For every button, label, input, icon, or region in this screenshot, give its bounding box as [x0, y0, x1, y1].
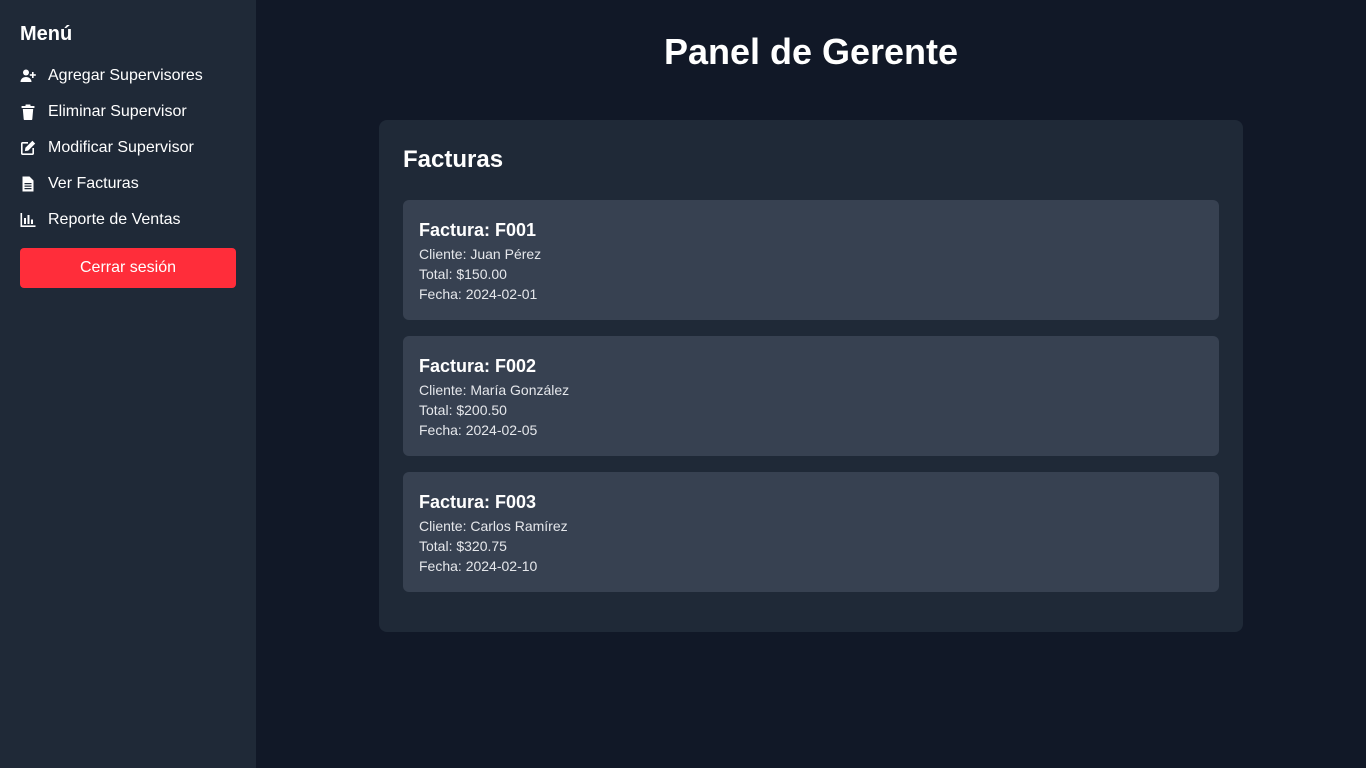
invoice-date: Fecha: 2024-02-05	[419, 422, 538, 438]
panel-title: Facturas	[403, 146, 504, 173]
invoice-client: Cliente: Juan Pérez	[419, 246, 542, 262]
app-layout: Menú Agregar Supervisores Eliminar Super…	[0, 0, 1366, 768]
invoice-title: Factura: F002	[419, 356, 537, 376]
invoice-title: Factura: F003	[419, 492, 537, 512]
sidebar-item-reporte-de-ventas[interactable]: Reporte de Ventas	[20, 202, 236, 238]
invoice-total: Total: $150.00	[419, 266, 507, 282]
sidebar-item-label: Eliminar Supervisor	[48, 103, 187, 120]
page-title: Panel de Gerente	[663, 31, 959, 72]
invoices-panel: Facturas Factura: F001 Cliente: Juan Pér…	[379, 120, 1243, 632]
invoice-total: Total: $320.75	[419, 538, 507, 554]
invoice-card: Factura: F003 Cliente: Carlos Ramírez To…	[403, 472, 1219, 592]
sidebar-item-label: Ver Facturas	[48, 175, 139, 192]
sidebar-item-ver-facturas[interactable]: Ver Facturas	[20, 166, 236, 202]
bar-chart-icon	[20, 212, 36, 228]
sidebar-title: Menú	[20, 23, 73, 45]
invoice-card: Factura: F002 Cliente: María González To…	[403, 336, 1219, 456]
invoice-card: Factura: F001 Cliente: Juan Pérez Total:…	[403, 200, 1219, 320]
sidebar-item-agregar-supervisores[interactable]: Agregar Supervisores	[20, 58, 236, 94]
sidebar: Menú Agregar Supervisores Eliminar Super…	[0, 0, 256, 768]
trash-icon	[20, 104, 36, 120]
main-content: Panel de Gerente Facturas Factura: F001 …	[256, 0, 1366, 768]
invoice-date: Fecha: 2024-02-01	[419, 286, 538, 302]
logout-button[interactable]: Cerrar sesión	[20, 248, 236, 288]
edit-icon	[20, 140, 36, 156]
invoice-date: Fecha: 2024-02-10	[419, 558, 538, 574]
invoice-title: Factura: F001	[419, 220, 537, 240]
sidebar-item-label: Reporte de Ventas	[48, 211, 181, 228]
sidebar-menu: Agregar Supervisores Eliminar Supervisor…	[20, 58, 236, 238]
invoice-total: Total: $200.50	[419, 402, 507, 418]
invoice-client: Cliente: María González	[419, 382, 570, 398]
sidebar-item-label: Modificar Supervisor	[48, 139, 194, 156]
invoice-client: Cliente: Carlos Ramírez	[419, 518, 568, 534]
sidebar-item-eliminar-supervisor[interactable]: Eliminar Supervisor	[20, 94, 236, 130]
sidebar-item-label: Agregar Supervisores	[48, 67, 203, 84]
file-icon	[20, 176, 36, 192]
user-plus-icon	[20, 68, 36, 84]
sidebar-item-modificar-supervisor[interactable]: Modificar Supervisor	[20, 130, 236, 166]
